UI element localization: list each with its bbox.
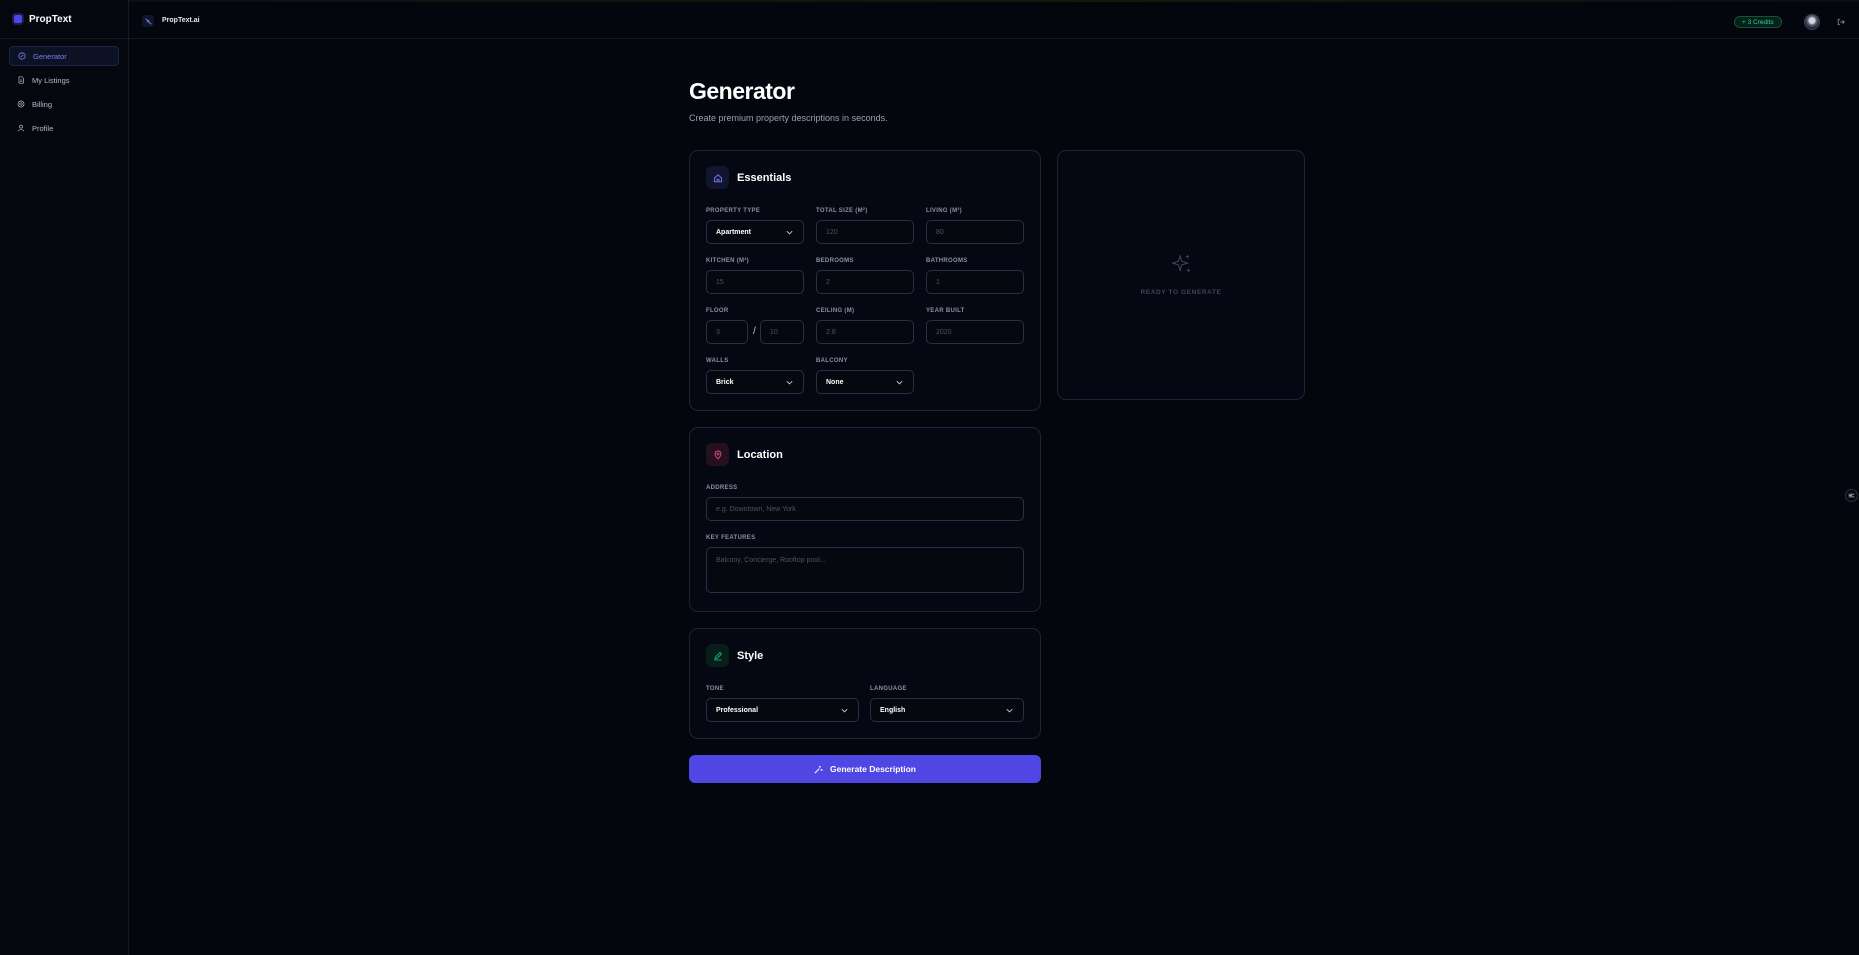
sidebar-item-label: My Listings <box>32 75 70 85</box>
tone-select[interactable]: Professional <box>706 698 859 722</box>
balcony-select[interactable]: None <box>816 370 914 394</box>
language-select[interactable]: English <box>870 698 1024 722</box>
sparkle-icon <box>1171 253 1191 273</box>
preview-status: READY TO GENERATE <box>1140 289 1222 296</box>
brand-logo-icon <box>14 15 22 23</box>
tone-value: Professional <box>716 706 759 714</box>
sidebar-item-generator[interactable]: Generator <box>9 46 119 66</box>
home-icon <box>706 166 729 189</box>
sidebar-item-label: Profile <box>32 123 54 133</box>
floor-label: FLOOR <box>706 308 729 314</box>
floor-input[interactable]: 3 <box>706 320 748 344</box>
key-features-textarea[interactable]: Balcony, Concierge, Rooftop pool... <box>706 547 1024 593</box>
chevron-down-icon <box>786 380 793 384</box>
magic-wand-icon <box>814 765 823 773</box>
year-built-input[interactable]: 2020 <box>926 320 1024 344</box>
floor-total-input[interactable]: 10 <box>760 320 804 344</box>
card-title: Essentials <box>737 171 792 184</box>
bedrooms-input[interactable]: 2 <box>816 270 914 294</box>
page-subtitle: Create premium property descriptions in … <box>689 113 888 123</box>
sidebar: PropText Generator My Listings Billing P… <box>0 0 129 955</box>
key-features-label: KEY FEATURES <box>706 535 756 541</box>
year-built-label: YEAR BUILT <box>926 308 965 314</box>
sidebar-item-label: Billing <box>32 99 53 109</box>
topbar: PropText.ai + 3 Credits <box>129 0 1859 39</box>
brand-name: PropText <box>29 13 72 25</box>
balcony-value: None <box>826 378 844 386</box>
side-panel-toggle-icon[interactable] <box>1845 489 1858 502</box>
style-card: Style TONE Professional LANGUAGE English <box>689 628 1041 739</box>
walls-select[interactable]: Brick <box>706 370 804 394</box>
bathrooms-input[interactable]: 1 <box>926 270 1024 294</box>
property-type-value: Apartment <box>716 228 752 236</box>
ceiling-label: CEILING (M) <box>816 308 855 314</box>
chevron-down-icon <box>841 708 848 712</box>
kitchen-label: KITCHEN (M²) <box>706 258 749 264</box>
document-icon <box>18 76 24 84</box>
language-value: English <box>880 706 906 714</box>
property-type-select[interactable]: Apartment <box>706 220 804 244</box>
pen-icon <box>706 644 729 667</box>
sidebar-item-billing[interactable]: Billing <box>9 94 119 114</box>
page-title: Generator <box>689 78 795 104</box>
sparkle-icon <box>18 52 26 60</box>
sidebar-nav: Generator My Listings Billing Profile <box>0 39 128 145</box>
total-size-label: TOTAL SIZE (M²) <box>816 208 868 214</box>
walls-value: Brick <box>716 378 734 386</box>
essentials-card: Essentials PROPERTY TYPE Apartment TOTAL… <box>689 150 1041 411</box>
sidebar-item-profile[interactable]: Profile <box>9 118 119 138</box>
balcony-label: BALCONY <box>816 358 848 364</box>
bathrooms-label: BATHROOMS <box>926 258 968 264</box>
avatar[interactable] <box>1804 14 1820 30</box>
card-title: Style <box>737 649 764 662</box>
sidebar-item-label: Generator <box>33 51 67 61</box>
generate-description-button[interactable]: Generate Description <box>689 755 1041 783</box>
floor-separator: / <box>753 326 756 337</box>
generate-description-label: Generate Description <box>830 764 916 774</box>
language-label: LANGUAGE <box>870 686 907 692</box>
sidebar-item-my-listings[interactable]: My Listings <box>9 70 119 90</box>
app-logo-icon <box>142 15 154 27</box>
user-icon <box>18 124 24 132</box>
map-pin-icon <box>706 443 729 466</box>
chevron-down-icon <box>786 230 793 234</box>
ceiling-input[interactable]: 2.8 <box>816 320 914 344</box>
living-input[interactable]: 80 <box>926 220 1024 244</box>
logout-icon[interactable] <box>1837 18 1845 26</box>
chevron-down-icon <box>896 380 903 384</box>
walls-label: WALLS <box>706 358 729 364</box>
coin-icon <box>17 100 25 108</box>
living-label: LIVING (M²) <box>926 208 962 214</box>
card-title: Location <box>737 448 783 461</box>
chevron-down-icon <box>1006 708 1013 712</box>
address-input[interactable]: e.g. Downtown, New York <box>706 497 1024 521</box>
total-size-input[interactable]: 120 <box>816 220 914 244</box>
address-label: ADDRESS <box>706 485 738 491</box>
brand[interactable]: PropText <box>0 0 128 39</box>
location-card: Location ADDRESS e.g. Downtown, New York… <box>689 427 1041 612</box>
property-type-label: PROPERTY TYPE <box>706 208 761 214</box>
topbar-title: PropText.ai <box>162 17 200 24</box>
bedrooms-label: BEDROOMS <box>816 258 854 264</box>
preview-panel: READY TO GENERATE <box>1057 150 1305 400</box>
credits-badge[interactable]: + 3 Credits <box>1734 16 1782 28</box>
tone-label: TONE <box>706 686 724 692</box>
kitchen-input[interactable]: 15 <box>706 270 804 294</box>
